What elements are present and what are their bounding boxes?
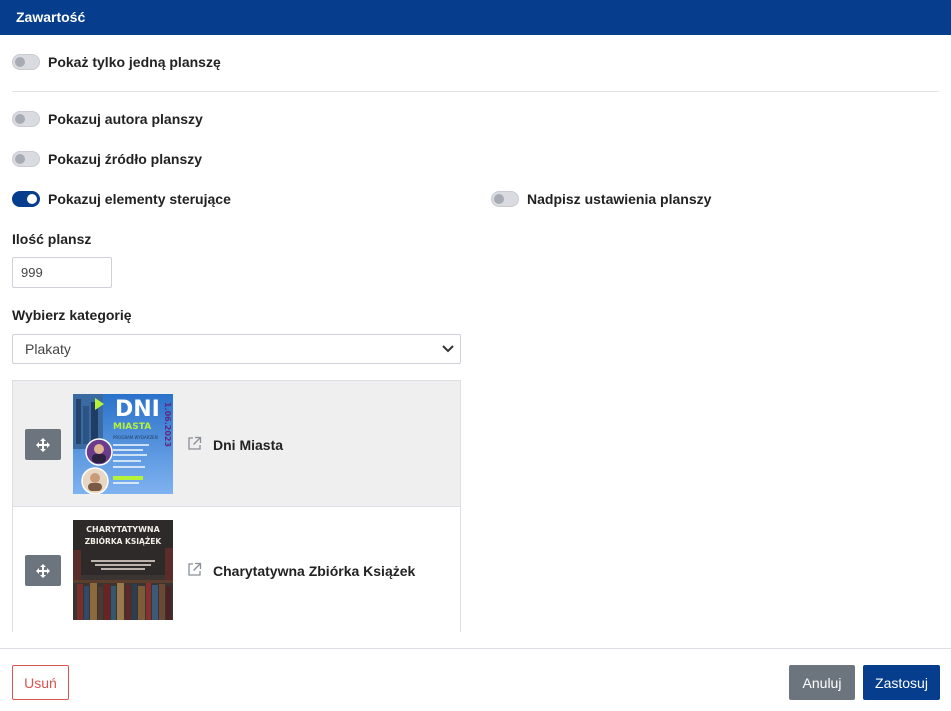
cancel-button[interactable]: Anuluj — [789, 665, 855, 700]
dialog-header: Zawartość — [0, 0, 951, 35]
show-author-label: Pokazuj autora planszy — [48, 111, 203, 127]
chevron-down-icon — [442, 345, 454, 353]
item-title: Dni Miasta — [213, 437, 284, 453]
single-board-toggle-row: Pokaż tylko jedną planszę — [12, 52, 221, 72]
category-selected-value: Plakaty — [25, 341, 71, 357]
drag-handle[interactable] — [25, 429, 61, 460]
thumb-program-text: PROGRAM WYDARZEŃ — [113, 435, 158, 440]
show-author-toggle[interactable] — [12, 111, 40, 127]
single-board-label: Pokaż tylko jedną planszę — [48, 54, 221, 70]
drag-handle[interactable] — [25, 555, 61, 586]
override-settings-toggle-row: Nadpisz ustawienia planszy — [491, 189, 711, 209]
show-source-toggle-row: Pokazuj źródło planszy — [12, 149, 202, 169]
apply-button[interactable]: Zastosuj — [863, 665, 940, 700]
category-select[interactable]: Plakaty — [12, 334, 461, 364]
list-item: CHARYTATYWNA ZBIÓRKA KSIĄŻEK Charytatywn… — [13, 507, 460, 633]
item-title: Charytatywna Zbiórka Książek — [213, 563, 416, 579]
show-controls-toggle[interactable] — [12, 191, 40, 207]
toggle-knob — [15, 114, 25, 124]
toggle-knob — [27, 194, 37, 204]
footer-divider — [0, 648, 951, 649]
show-source-label: Pokazuj źródło planszy — [48, 151, 203, 167]
show-source-toggle[interactable] — [12, 151, 40, 167]
dni-miasta-thumbnail: DNI MIASTA 1.06.2023 PROGRAM WYDARZEŃ — [73, 394, 173, 494]
count-label: Ilość plansz — [12, 231, 92, 247]
show-controls-label: Pokazuj elementy sterujące — [48, 191, 231, 207]
toggle-knob — [494, 194, 504, 204]
thumb-big-text: DNI — [115, 397, 160, 422]
single-board-toggle[interactable] — [12, 54, 40, 70]
override-settings-label: Nadpisz ustawienia planszy — [527, 191, 712, 207]
toggle-knob — [15, 154, 25, 164]
external-link-icon[interactable] — [187, 436, 202, 451]
thumb-sub-text: MIASTA — [113, 422, 151, 432]
board-list: DNI MIASTA 1.06.2023 PROGRAM WYDARZEŃ Dn… — [12, 380, 461, 633]
category-label: Wybierz kategorię — [12, 307, 132, 323]
show-controls-toggle-row: Pokazuj elementy sterujące — [12, 189, 231, 209]
external-link-icon[interactable] — [187, 562, 202, 577]
move-icon — [36, 437, 50, 452]
delete-button[interactable]: Usuń — [12, 665, 69, 700]
charity-book-drive-thumbnail: CHARYTATYWNA ZBIÓRKA KSIĄŻEK — [73, 520, 173, 620]
section-divider — [12, 91, 939, 92]
override-settings-toggle[interactable] — [491, 191, 519, 207]
thumb-date-text: 1.06.2023 — [163, 402, 172, 447]
thumb-line2-text: ZBIÓRKA KSIĄŻEK — [85, 537, 163, 546]
move-icon — [36, 563, 50, 578]
thumb-line1-text: CHARYTATYWNA — [86, 525, 160, 534]
list-item: DNI MIASTA 1.06.2023 PROGRAM WYDARZEŃ Dn… — [13, 381, 460, 507]
toggle-knob — [15, 57, 25, 67]
dialog-title: Zawartość — [16, 9, 86, 25]
show-author-toggle-row: Pokazuj autora planszy — [12, 109, 203, 129]
count-input[interactable] — [12, 257, 112, 288]
